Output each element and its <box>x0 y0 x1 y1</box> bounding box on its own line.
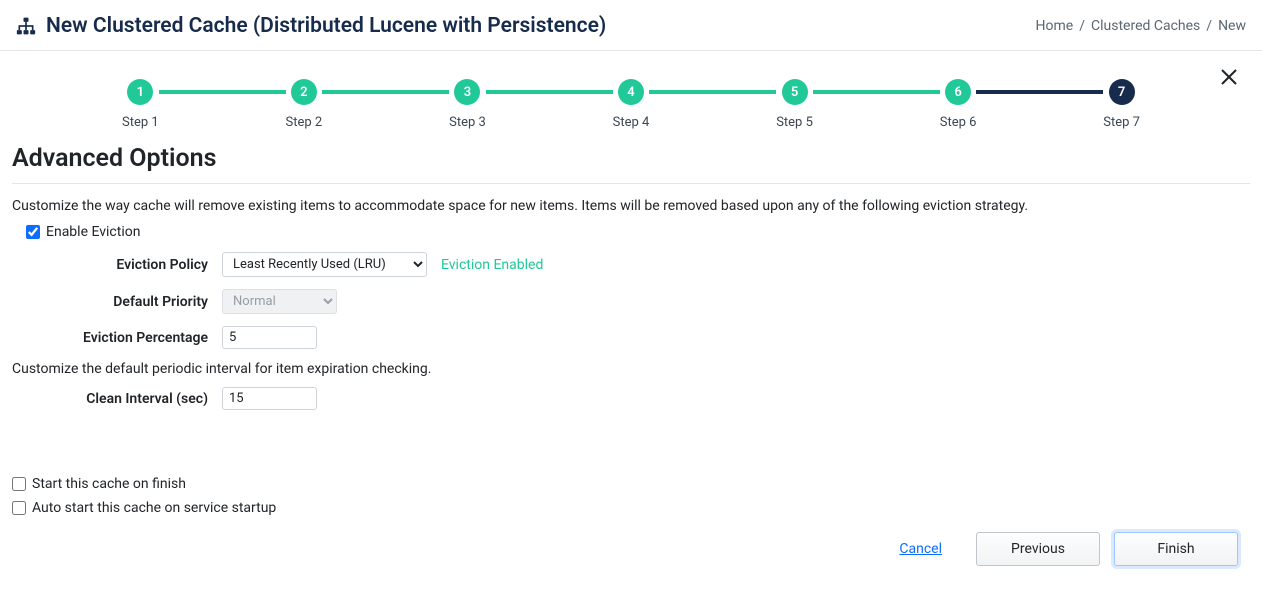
eviction-percentage-row: Eviction Percentage <box>12 326 1250 349</box>
interval-description: Customize the default periodic interval … <box>12 361 1250 377</box>
step-connector <box>976 90 1103 94</box>
footer-actions: Cancel Previous Finish <box>12 524 1250 576</box>
eviction-description: Customize the way cache will remove exis… <box>12 198 1250 214</box>
step-connector <box>486 90 613 94</box>
spacer <box>12 422 1250 476</box>
cancel-link[interactable]: Cancel <box>899 541 942 557</box>
eviction-policy-row: Eviction Policy Least Recently Used (LRU… <box>12 252 1250 277</box>
step-circle: 6 <box>945 79 971 105</box>
eviction-status: Eviction Enabled <box>441 257 543 273</box>
step-4[interactable]: 4 Step 4 <box>613 79 650 130</box>
close-icon <box>1220 68 1238 86</box>
start-on-finish-label: Start this cache on finish <box>32 476 186 492</box>
breadcrumb-clustered-caches[interactable]: Clustered Caches <box>1091 18 1200 34</box>
step-connector <box>322 90 449 94</box>
step-label: Step 4 <box>613 115 650 130</box>
section-title: Advanced Options <box>12 140 1250 183</box>
step-label: Step 2 <box>286 115 323 130</box>
breadcrumb: Home / Clustered Caches / New <box>1036 18 1246 34</box>
previous-button[interactable]: Previous <box>976 532 1100 566</box>
step-6[interactable]: 6 Step 6 <box>940 79 977 130</box>
clean-interval-label: Clean Interval (sec) <box>12 391 222 407</box>
enable-eviction-label: Enable Eviction <box>46 224 140 240</box>
start-on-finish-checkbox[interactable] <box>12 477 26 491</box>
default-priority-row: Default Priority Normal <box>12 289 1250 314</box>
page-header-left: New Clustered Cache (Distributed Lucene … <box>16 14 606 38</box>
step-2[interactable]: 2 Step 2 <box>286 79 323 130</box>
enable-eviction-checkbox[interactable] <box>26 225 40 239</box>
step-connector <box>649 90 776 94</box>
step-label: Step 3 <box>449 115 486 130</box>
breadcrumb-separator: / <box>1079 18 1085 34</box>
breadcrumb-separator: / <box>1206 18 1212 34</box>
step-connector <box>813 90 940 94</box>
clean-interval-row: Clean Interval (sec) <box>12 387 1250 410</box>
eviction-policy-label: Eviction Policy <box>12 257 222 273</box>
auto-start-checkbox[interactable] <box>12 501 26 515</box>
finish-button[interactable]: Finish <box>1114 532 1238 566</box>
breadcrumb-current: New <box>1218 18 1246 34</box>
step-1[interactable]: 1 Step 1 <box>122 79 159 130</box>
stepper: 1 Step 1 2 Step 2 3 Step 3 4 Step 4 5 St… <box>12 51 1250 140</box>
eviction-policy-select[interactable]: Least Recently Used (LRU) <box>222 252 427 277</box>
eviction-percentage-label: Eviction Percentage <box>12 330 222 346</box>
default-priority-select: Normal <box>222 289 337 314</box>
auto-start-row: Auto start this cache on service startup <box>12 500 1250 516</box>
step-5[interactable]: 5 Step 5 <box>776 79 813 130</box>
section-divider <box>12 183 1250 184</box>
wizard-body: 1 Step 1 2 Step 2 3 Step 3 4 Step 4 5 St… <box>0 51 1262 576</box>
step-circle: 5 <box>782 79 808 105</box>
close-button[interactable] <box>1218 65 1240 93</box>
sitemap-icon <box>16 16 36 36</box>
step-circle: 4 <box>618 79 644 105</box>
step-circle: 1 <box>127 79 153 105</box>
page-header: New Clustered Cache (Distributed Lucene … <box>0 0 1262 51</box>
step-circle: 7 <box>1109 79 1135 105</box>
auto-start-label: Auto start this cache on service startup <box>32 500 276 516</box>
step-label: Step 1 <box>122 115 159 130</box>
enable-eviction-row: Enable Eviction <box>26 224 1250 240</box>
step-7[interactable]: 7 Step 7 <box>1103 79 1140 130</box>
step-label: Step 6 <box>940 115 977 130</box>
step-label: Step 7 <box>1103 115 1140 130</box>
breadcrumb-home[interactable]: Home <box>1036 18 1074 34</box>
step-circle: 3 <box>454 79 480 105</box>
step-circle: 2 <box>291 79 317 105</box>
step-3[interactable]: 3 Step 3 <box>449 79 486 130</box>
default-priority-label: Default Priority <box>12 294 222 310</box>
step-connector <box>159 90 286 94</box>
step-label: Step 5 <box>776 115 813 130</box>
eviction-percentage-input[interactable] <box>222 326 317 349</box>
clean-interval-input[interactable] <box>222 387 317 410</box>
start-on-finish-row: Start this cache on finish <box>12 476 1250 492</box>
page-title: New Clustered Cache (Distributed Lucene … <box>46 14 606 38</box>
